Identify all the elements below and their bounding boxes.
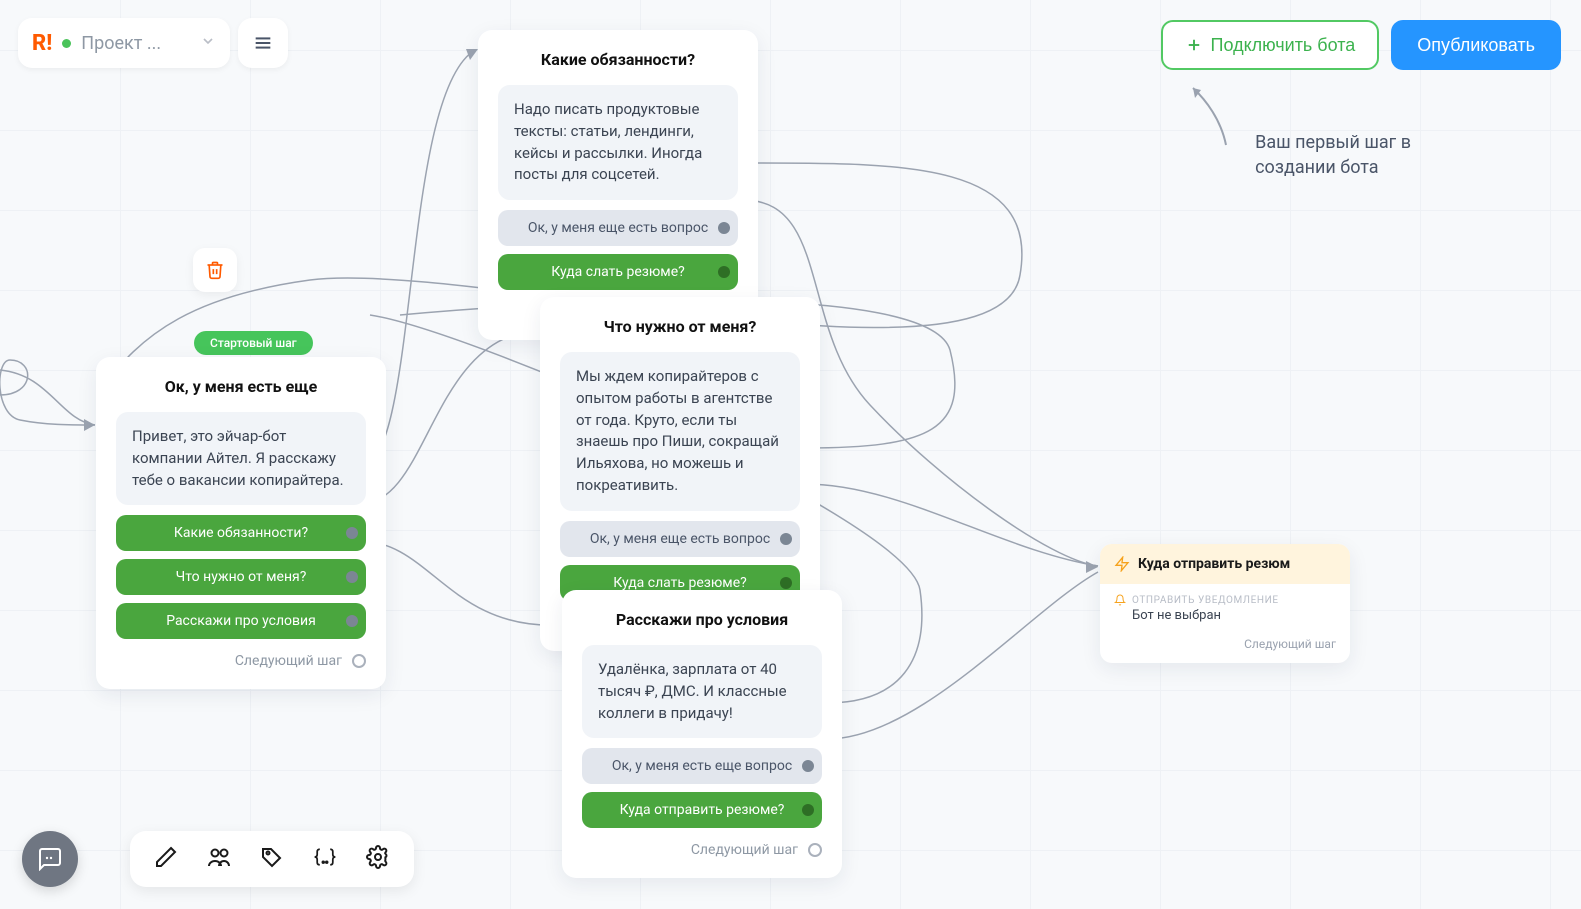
- bell-icon: [1114, 594, 1126, 606]
- publish-label: Опубликовать: [1417, 35, 1535, 55]
- node-title: Расскажи про условия: [582, 610, 822, 629]
- node-title: Что нужно от меня?: [560, 317, 800, 336]
- start-step-badge: Стартовый шаг: [194, 331, 313, 355]
- option-conditions[interactable]: Расскажи про условия: [116, 603, 366, 639]
- edit-tool[interactable]: [154, 845, 178, 873]
- next-step-row[interactable]: Следующий шаг: [1100, 637, 1350, 663]
- menu-icon: [252, 32, 274, 54]
- next-step-row[interactable]: Следующий шаг: [582, 842, 822, 858]
- lightning-icon: [1114, 556, 1130, 572]
- chat-button[interactable]: [22, 831, 78, 887]
- notification-label: ОТПРАВИТЬ УВЕДОМЛЕНИЕ: [1132, 595, 1279, 606]
- connect-bot-label: Подключить бота: [1211, 35, 1356, 56]
- status-dot-icon: [62, 39, 71, 48]
- node-start[interactable]: Ок, у меня есть еще Привет, это эйчар-бо…: [96, 357, 386, 689]
- node-body-text: Мы ждем копирайтеров с опытом работы в а…: [560, 352, 800, 511]
- node-body-text: Удалёнка, зарплата от 40 тысяч ₽, ДМС. И…: [582, 645, 822, 738]
- output-port-icon[interactable]: [780, 577, 792, 589]
- onboarding-hint: Ваш первый шаг в создании бота: [1255, 130, 1411, 180]
- bottom-toolbar: [130, 831, 414, 887]
- plus-icon: [1185, 36, 1203, 54]
- option-more-question[interactable]: Ок, у меня еще есть вопрос: [560, 521, 800, 557]
- node-body-text: Привет, это эйчар-бот компании Айтел. Я …: [116, 412, 366, 505]
- next-port-icon[interactable]: [352, 654, 366, 668]
- delete-button[interactable]: [193, 248, 237, 292]
- node-conditions[interactable]: Расскажи про условия Удалёнка, зарплата …: [562, 590, 842, 878]
- option-send-resume[interactable]: Куда отправить резюме?: [582, 792, 822, 828]
- node-send-resume[interactable]: Куда отправить резюм ОТПРАВИТЬ УВЕДОМЛЕН…: [1100, 544, 1350, 663]
- option-more-question[interactable]: Ок, у меня есть еще вопрос: [582, 748, 822, 784]
- option-more-question[interactable]: Ок, у меня еще есть вопрос: [498, 210, 738, 246]
- notification-value: Бот не выбран: [1132, 608, 1336, 623]
- pencil-icon: [154, 845, 178, 869]
- output-port-icon[interactable]: [802, 804, 814, 816]
- hint-arrow-icon: [1181, 80, 1241, 150]
- project-name: Проект ...: [81, 33, 190, 54]
- braces-icon: [312, 845, 338, 869]
- output-port-icon[interactable]: [346, 571, 358, 583]
- chevron-down-icon: [200, 33, 216, 53]
- gear-icon: [366, 845, 390, 869]
- output-port-icon[interactable]: [718, 222, 730, 234]
- tag-icon: [260, 845, 284, 869]
- project-selector[interactable]: R! Проект ...: [18, 18, 230, 68]
- app-logo: R!: [32, 31, 52, 56]
- next-port-icon[interactable]: [808, 843, 822, 857]
- output-port-icon[interactable]: [802, 760, 814, 772]
- option-send-resume[interactable]: Куда слать резюме?: [498, 254, 738, 290]
- option-duties[interactable]: Какие обязанности?: [116, 515, 366, 551]
- users-tool[interactable]: [206, 845, 232, 873]
- publish-button[interactable]: Опубликовать: [1391, 20, 1561, 70]
- tag-tool[interactable]: [260, 845, 284, 873]
- option-need[interactable]: Что нужно от меня?: [116, 559, 366, 595]
- trash-icon: [205, 260, 225, 280]
- output-port-icon[interactable]: [780, 533, 792, 545]
- node-duties[interactable]: Какие обязанности? Надо писать продуктов…: [478, 30, 758, 340]
- json-tool[interactable]: [312, 845, 338, 873]
- node-body-text: Надо писать продуктовые тексты: статьи, …: [498, 85, 738, 200]
- users-icon: [206, 845, 232, 869]
- node-title: Какие обязанности?: [498, 50, 738, 69]
- output-port-icon[interactable]: [346, 527, 358, 539]
- output-port-icon[interactable]: [718, 266, 730, 278]
- chat-icon: [38, 847, 62, 871]
- next-step-row[interactable]: Следующий шаг: [116, 653, 366, 669]
- node-title: Ок, у меня есть еще: [116, 377, 366, 396]
- node-title: Куда отправить резюм: [1138, 556, 1290, 572]
- output-port-icon[interactable]: [346, 615, 358, 627]
- connect-bot-button[interactable]: Подключить бота: [1161, 20, 1380, 70]
- menu-button[interactable]: [238, 18, 288, 68]
- settings-tool[interactable]: [366, 845, 390, 873]
